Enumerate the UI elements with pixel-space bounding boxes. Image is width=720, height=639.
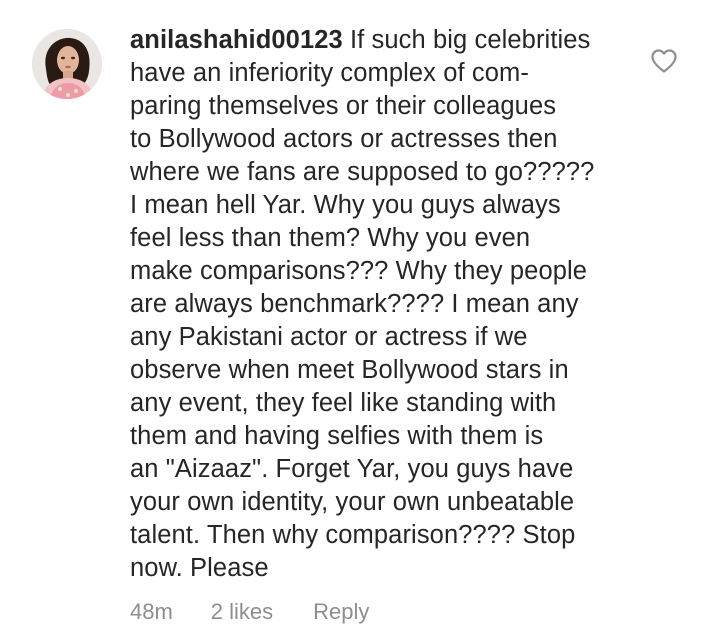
comment-likes[interactable]: 2 likes <box>211 599 273 625</box>
comment: anilashahid00123 If such big celebrities… <box>0 0 720 639</box>
avatar[interactable] <box>32 29 102 99</box>
comment-text-block: anilashahid00123 If such big celebrities… <box>130 24 640 585</box>
like-button[interactable] <box>650 48 678 74</box>
reply-button[interactable]: Reply <box>313 599 369 625</box>
heart-outline-icon <box>651 49 677 73</box>
comment-meta: 48m 2 likes Reply <box>130 596 369 628</box>
avatar-photo <box>32 29 102 99</box>
comment-time: 48m <box>130 599 173 624</box>
comment-username[interactable]: anilashahid00123 <box>130 26 343 54</box>
comment-text: If such big celebrities have an inferior… <box>130 26 595 582</box>
